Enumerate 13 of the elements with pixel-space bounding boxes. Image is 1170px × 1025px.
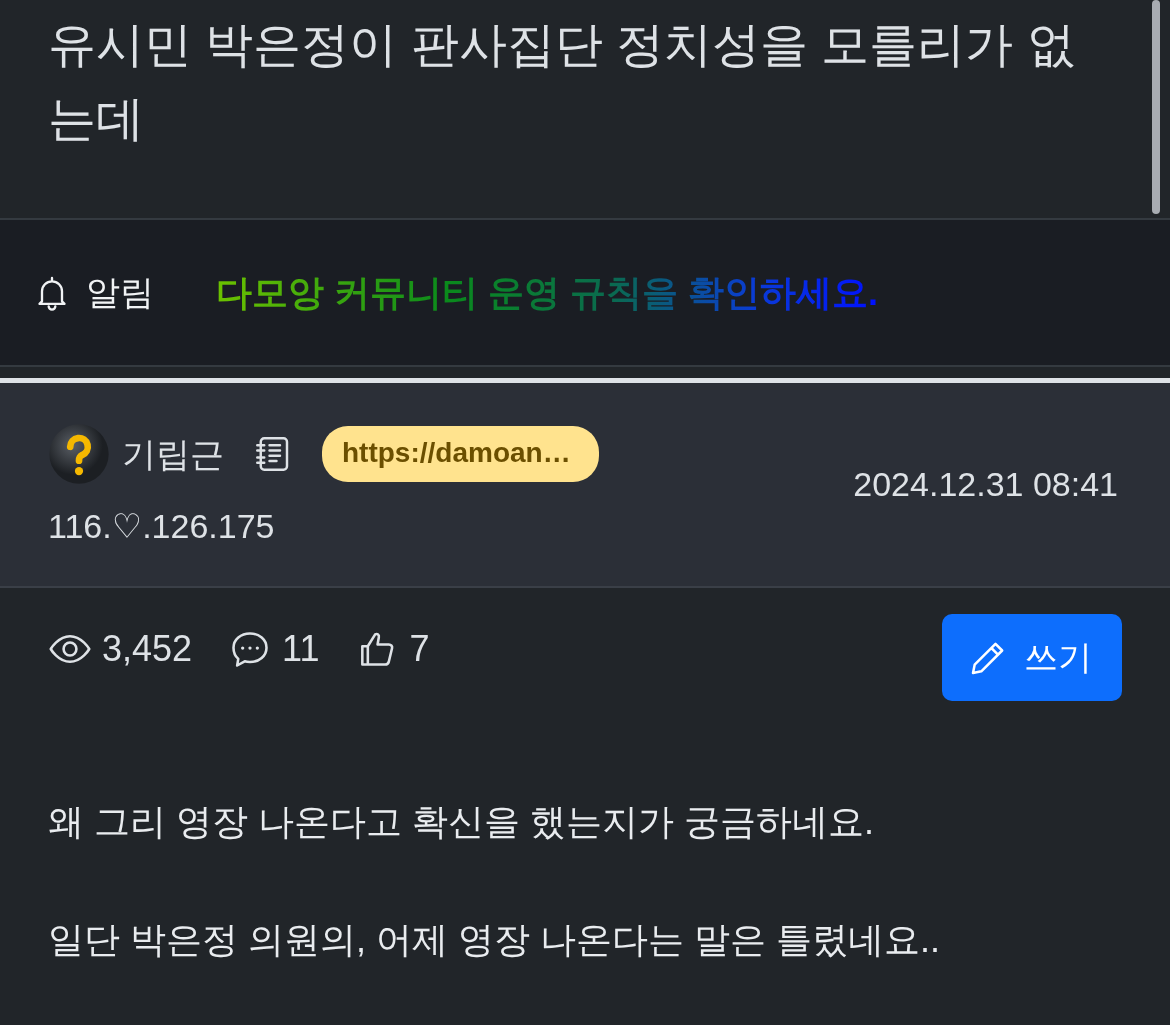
post-title: 유시민 박은정이 판사집단 정치성을 모를리가 없는데: [48, 17, 1076, 147]
post-date: 2024.12.31 08:41: [853, 464, 1118, 505]
body-paragraph: 왜 그리 영장 나온다고 확신을 했는지가 궁금하네요.: [48, 800, 875, 844]
write-button[interactable]: 쓰기: [942, 614, 1122, 701]
notice-label: 알림: [86, 272, 154, 313]
view-count: 3,452: [102, 627, 193, 671]
avatar-icon: [48, 423, 110, 485]
like-count: 7: [409, 627, 430, 671]
body-paragraph: 일단 박은정 의원의, 어제 영장 나온다는 말은 틀렸네요..: [48, 918, 942, 962]
author-ip: 116.♡.126.175: [48, 506, 276, 547]
link-badge[interactable]: https://damoan…: [322, 426, 599, 482]
author-name[interactable]: 기립근: [122, 428, 224, 480]
comment-count: 11: [282, 627, 320, 671]
